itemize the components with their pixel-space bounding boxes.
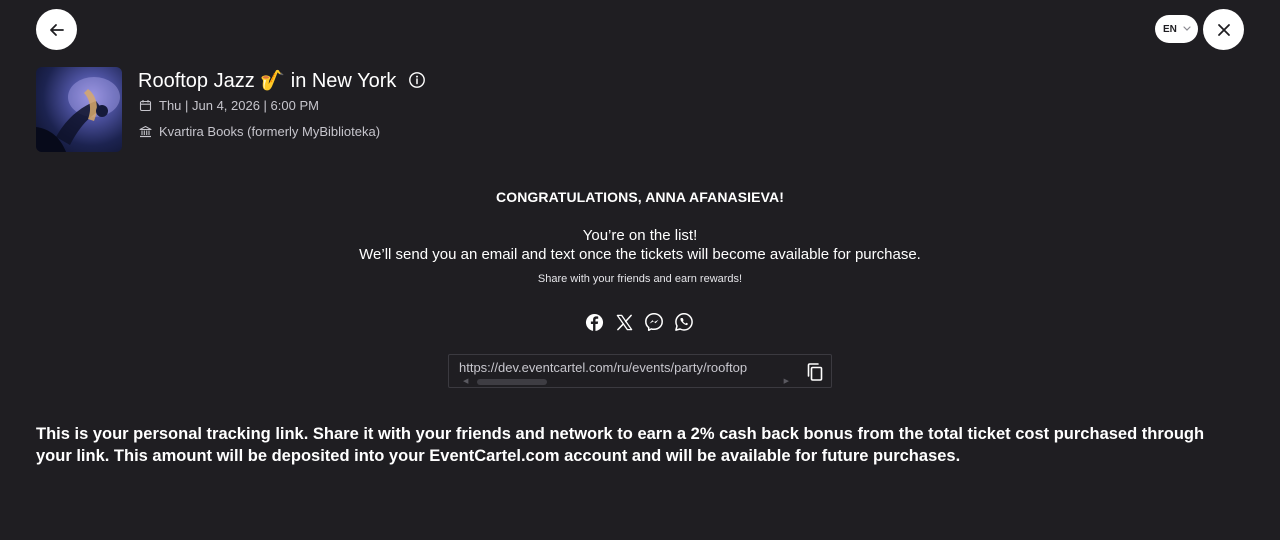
x-icon (616, 314, 632, 330)
tracking-link-note: This is your personal tracking link. Sha… (36, 425, 1205, 465)
on-list-text: You’re on the list! (582, 227, 698, 244)
scrollbar-thumb[interactable] (477, 379, 547, 385)
language-label: EN (1163, 23, 1177, 35)
scroll-right-icon[interactable]: ▶ (784, 377, 789, 385)
event-title-row: Rooftop Jazz 🎷 in New York (138, 66, 426, 94)
arrow-left-icon (49, 23, 64, 36)
copy-link-button[interactable] (805, 362, 825, 382)
event-image (36, 67, 122, 152)
building-icon (139, 126, 152, 138)
share-link-input[interactable] (459, 357, 791, 377)
whatsapp-share-button[interactable] (674, 312, 694, 332)
messenger-share-button[interactable] (644, 312, 664, 332)
x-share-button[interactable] (614, 312, 634, 332)
facebook-share-button[interactable] (584, 312, 604, 332)
scroll-left-icon[interactable]: ◀ (463, 377, 468, 385)
close-button[interactable] (1203, 9, 1244, 50)
event-title: Rooftop Jazz 🎷 in New York (138, 69, 397, 92)
event-venue-row: Kvartira Books (formerly MyBiblioteka) (139, 124, 380, 139)
info-icon[interactable] (408, 71, 426, 89)
whatsapp-icon (675, 313, 693, 331)
copy-icon (807, 363, 823, 381)
send-note-text: We’ll send you an email and text once th… (359, 246, 921, 263)
back-button[interactable] (36, 9, 77, 50)
page: EN Rooftop Jazz 🎷 in New York Thu | Jun … (0, 0, 1280, 540)
event-date: Thu | Jun 4, 2026 | 6:00 PM (159, 98, 319, 113)
facebook-icon (585, 313, 603, 331)
share-note-text: Share with your friends and earn rewards… (537, 273, 743, 285)
messenger-icon (645, 313, 663, 332)
congrats-heading: CONGRATULATIONS, ANNA AFANASIEVA! (496, 189, 784, 205)
share-link-scrollbar[interactable]: ◀ ▶ (463, 377, 789, 385)
calendar-icon (139, 100, 152, 112)
chevron-down-icon (1183, 26, 1191, 31)
share-link-box: ◀ ▶ (448, 354, 832, 388)
language-select[interactable]: EN (1155, 15, 1198, 43)
event-date-row: Thu | Jun 4, 2026 | 6:00 PM (139, 98, 319, 113)
event-venue: Kvartira Books (formerly MyBiblioteka) (159, 124, 381, 139)
social-share-row (584, 312, 694, 332)
close-icon (1217, 23, 1230, 36)
